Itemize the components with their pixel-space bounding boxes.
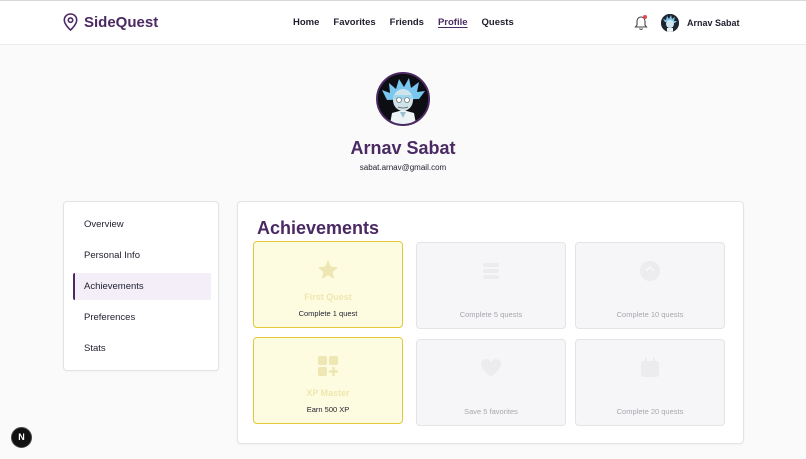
achievement-desc: Complete 10 quests (616, 310, 684, 319)
notification-dot (643, 15, 647, 19)
nav-favorites[interactable]: Favorites (333, 17, 375, 28)
sidebar-item-preferences[interactable]: Preferences (73, 304, 211, 331)
user-name: Arnav Sabat (687, 18, 740, 28)
compass-icon (640, 261, 660, 281)
achievements-panel: Achievements First Quest Complete 1 ques… (237, 201, 744, 444)
user-menu[interactable]: Arnav Sabat (661, 14, 740, 32)
panel-title: Achievements (257, 218, 380, 238)
star-icon (318, 260, 338, 279)
map-pin-icon (63, 13, 78, 31)
profile-avatar (376, 72, 430, 126)
achievement-card-xp-master[interactable]: XP Master Earn 500 XP (253, 337, 403, 424)
achievement-desc: Earn 500 XP (306, 405, 350, 414)
sidebar-item-personal-info[interactable]: Personal Info (73, 242, 211, 269)
profile-email: sabat.arnav@gmail.com (359, 163, 447, 172)
nav-profile[interactable]: Profile (438, 17, 468, 28)
achievement-desc: Save 5 favorites (464, 407, 518, 416)
achievement-card-20-quests[interactable]: Complete 20 quests (575, 339, 725, 426)
top-navbar: SideQuest Home Favorites Friends Profile… (0, 0, 806, 45)
brand-name: SideQuest (84, 13, 159, 31)
heart-icon (481, 359, 501, 377)
achievement-card-5-quests[interactable]: Complete 5 quests (416, 242, 566, 329)
grid-plus-icon (318, 356, 338, 376)
nav-friends[interactable]: Friends (390, 17, 424, 28)
profile-sidebar: Overview Personal Info Achievements Pref… (63, 201, 219, 371)
nav-quests[interactable]: Quests (482, 17, 514, 28)
achievement-desc: Complete 20 quests (616, 407, 684, 416)
brand-logo[interactable]: SideQuest (63, 13, 158, 31)
sidebar-item-stats[interactable]: Stats (73, 335, 211, 362)
stack-icon (483, 263, 499, 279)
dev-tools-badge[interactable]: N (11, 427, 32, 448)
achievement-card-favorites[interactable]: Save 5 favorites (416, 339, 566, 426)
achievement-title: First Quest (304, 292, 352, 302)
calendar-icon (641, 358, 659, 377)
achievement-card-10-quests[interactable]: Complete 10 quests (575, 242, 725, 329)
main-nav: Home Favorites Friends Profile Quests (293, 17, 514, 28)
nav-home[interactable]: Home (293, 17, 319, 28)
achievement-desc: Complete 1 quest (298, 309, 358, 318)
avatar (661, 14, 679, 32)
achievement-card-first-quest[interactable]: First Quest Complete 1 quest (253, 241, 403, 328)
sidebar-item-overview[interactable]: Overview (73, 211, 211, 238)
sidebar-item-achievements[interactable]: Achievements (73, 273, 211, 300)
profile-name: Arnav Sabat (350, 138, 456, 158)
achievement-desc: Complete 5 quests (459, 310, 523, 319)
achievement-title: XP Master (306, 388, 350, 398)
